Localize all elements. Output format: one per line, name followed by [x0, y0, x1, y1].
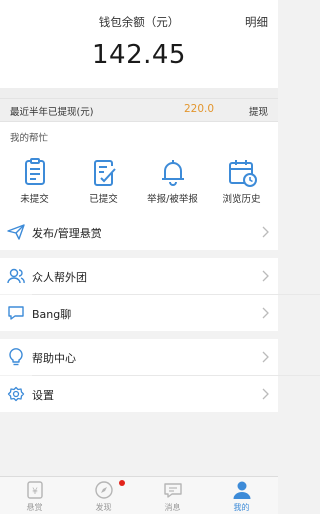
- chevron-right-icon: [262, 226, 269, 238]
- menu-item-label: 发布/管理悬赏: [32, 227, 102, 240]
- tab-profile[interactable]: 我的: [207, 479, 276, 513]
- tab-label: 我的: [233, 503, 250, 512]
- help-item-label: 浏览历史: [222, 194, 261, 205]
- chevron-right-icon: [262, 351, 269, 363]
- tab-discover[interactable]: 发现: [69, 479, 138, 513]
- menu-item-publish[interactable]: 发布/管理悬赏: [0, 214, 278, 250]
- menu-item-label: 众人帮外团: [32, 271, 87, 284]
- reward-icon: ¥: [26, 481, 43, 499]
- balance-amount: 142.45: [92, 40, 186, 70]
- detail-link[interactable]: 明细: [245, 14, 268, 30]
- withdraw-label: 最近半年已提现(元): [10, 107, 94, 118]
- help-item-label: 已提交: [89, 194, 118, 205]
- help-item-history[interactable]: 浏览历史: [207, 156, 276, 205]
- menu-item-settings[interactable]: 设置: [0, 376, 278, 412]
- discover-icon: [94, 481, 113, 499]
- paper-plane-icon: [7, 224, 25, 240]
- section-gap: [0, 88, 278, 98]
- wallet-balance-title: 钱包余额（元）: [98, 15, 180, 29]
- tab-reward[interactable]: ¥ 悬赏: [0, 479, 69, 513]
- calendar-icon: [228, 160, 257, 187]
- withdraw-summary: 最近半年已提现(元) 220.0 提现: [0, 98, 278, 122]
- help-item-label: 举报/被举报: [147, 194, 198, 205]
- my-help-section: 我的帮忙 未提交 已提交 举报/被举报 浏览历史: [0, 122, 278, 214]
- profile-icon: [233, 481, 250, 499]
- withdraw-amount: 220.0: [184, 103, 215, 115]
- bell-icon: [161, 160, 184, 186]
- chevron-right-icon: [262, 307, 269, 319]
- message-icon: [163, 483, 182, 498]
- notification-dot: [119, 480, 125, 486]
- help-item-label: 未提交: [20, 194, 49, 205]
- group-icon: [7, 268, 25, 284]
- chevron-right-icon: [262, 388, 269, 400]
- help-item-report[interactable]: 举报/被举报: [138, 156, 207, 205]
- help-item-unsubmitted[interactable]: 未提交: [0, 156, 69, 205]
- lightbulb-icon: [9, 348, 23, 366]
- chat-icon: [8, 306, 24, 320]
- menu-item-label: 设置: [32, 389, 54, 402]
- tab-label: 发现: [95, 503, 112, 512]
- clipboard-icon: [24, 158, 45, 185]
- menu-item-bang-chat[interactable]: Bang聊: [0, 295, 278, 331]
- svg-text:¥: ¥: [32, 487, 38, 497]
- tab-label: 消息: [164, 503, 181, 512]
- chevron-right-icon: [262, 270, 269, 282]
- my-help-title: 我的帮忙: [10, 133, 49, 144]
- checklist-icon: [93, 160, 116, 186]
- gear-icon: [7, 386, 25, 402]
- menu-item-help-center[interactable]: 帮助中心: [0, 339, 278, 375]
- tab-label: 悬赏: [26, 503, 43, 512]
- menu-item-label: 帮助中心: [32, 352, 76, 365]
- menu-item-helpers[interactable]: 众人帮外团: [0, 258, 278, 294]
- withdraw-button[interactable]: 提现: [249, 104, 268, 118]
- bottom-tab-bar: ¥ 悬赏 发现 消息 我的: [0, 476, 278, 514]
- tab-message[interactable]: 消息: [138, 479, 207, 513]
- wallet-card: 钱包余额（元） 明细 142.45: [0, 0, 278, 88]
- help-item-submitted[interactable]: 已提交: [69, 156, 138, 205]
- menu-item-label: Bang聊: [32, 308, 72, 321]
